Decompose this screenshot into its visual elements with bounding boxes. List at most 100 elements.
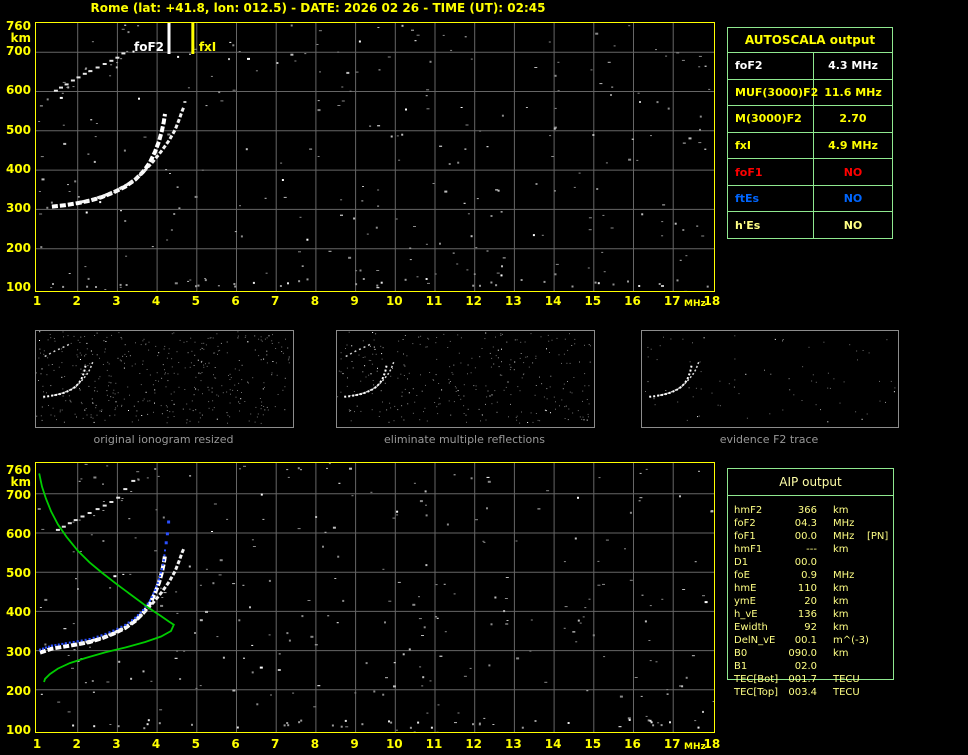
x-axis-tick: 15 xyxy=(584,294,602,308)
aip-param-label: foF2 xyxy=(734,518,756,529)
aip-row-yme: ymE 20 km xyxy=(727,595,902,608)
x-axis-tick: 17 xyxy=(663,294,681,308)
aip-param-unit: TECU xyxy=(833,674,860,685)
aip-param-unit: km xyxy=(833,622,849,633)
aip-param-unit: m^(-3) xyxy=(833,635,869,646)
aip-param-label: Ewidth xyxy=(734,622,768,633)
aip-param-unit: km xyxy=(833,583,849,594)
x-axis-tick: 10 xyxy=(385,737,403,751)
aip-param-label: DelN_vE xyxy=(734,635,776,646)
aip-row-hme: hmE 110 km xyxy=(727,582,902,595)
aip-row-b0: B0 090.0 km xyxy=(727,647,902,660)
bottom-ionogram-plot xyxy=(35,462,715,733)
x-axis-tick: 6 xyxy=(231,294,240,308)
y-axis-tick: 500 xyxy=(5,566,31,581)
aip-param-value: 04.3 xyxy=(794,518,817,529)
y-axis-tick: 200 xyxy=(5,240,31,255)
aip-param-value: 090.0 xyxy=(788,648,817,659)
aip-param-label: B0 xyxy=(734,648,748,659)
aip-param-unit: TECU xyxy=(833,687,860,698)
x-axis-tick: 12 xyxy=(465,737,483,751)
autoscala-row-fof1: foF1 NO xyxy=(728,159,892,186)
thumbnail-caption-1: original ionogram resized xyxy=(93,433,234,446)
autoscala-param-label: fxI xyxy=(728,132,814,159)
aip-param-extra: [PN] xyxy=(867,531,889,542)
x-axis-tick: 10 xyxy=(385,294,403,308)
station-date-time-title: Rome (lat: +41.8, lon: 012.5) - DATE: 20… xyxy=(90,1,546,15)
aip-param-value: 02.0 xyxy=(794,661,817,672)
autoscala-table-header: AUTOSCALA output xyxy=(728,28,892,53)
aip-param-unit: MHz xyxy=(833,570,855,581)
x-axis-tick: 12 xyxy=(465,294,483,308)
x-axis-tick: 3 xyxy=(112,737,121,751)
autoscala-param-value: 11.6 MHz xyxy=(824,85,882,99)
aip-row-fof1: foF1 00.0 MHz [PN] xyxy=(727,530,902,543)
x-axis-tick: 2 xyxy=(72,294,81,308)
y-axis-tick: 700 xyxy=(5,487,31,502)
y-axis-tick: km xyxy=(10,31,31,45)
aip-param-unit: km xyxy=(833,609,849,620)
y-axis-tick: km xyxy=(10,474,31,489)
thumbnail-eliminate-reflections xyxy=(336,330,595,428)
top-ionogram-canvas: foF2 fxI xyxy=(36,23,714,292)
aip-param-label: ymE xyxy=(734,596,756,607)
y-axis-tick: 200 xyxy=(5,684,31,698)
x-axis-tick: 16 xyxy=(624,294,641,308)
x-axis-tick: 4 xyxy=(151,294,161,308)
aip-param-unit: MHz xyxy=(833,518,855,529)
autoscala-param-label: foF1 xyxy=(728,159,814,185)
bottom-ionogram-canvas xyxy=(36,463,715,733)
x-axis-tick: 14 xyxy=(544,294,562,308)
autoscala-row-fxi: fxI 4.9 MHz xyxy=(728,132,892,160)
x-axis-tick: 9 xyxy=(350,294,359,308)
x-axis-tick: 2 xyxy=(72,737,81,751)
aip-param-label: hmF1 xyxy=(734,544,763,555)
x-axis-unit: MHz xyxy=(684,299,706,309)
x-axis-tick: 16 xyxy=(624,737,641,751)
autoscala-param-value: 2.70 xyxy=(839,112,867,126)
aip-param-value: 00.0 xyxy=(794,557,817,568)
aip-row-hmf2: hmF2 366 km xyxy=(727,504,902,517)
x-axis-tick: 6 xyxy=(231,737,240,751)
autoscala-row-hes: h'Es NO xyxy=(728,212,892,239)
autoscala-row-ftes: ftEs NO xyxy=(728,185,892,213)
aip-param-value: 00.1 xyxy=(794,635,817,646)
thumbnail-original-ionogram xyxy=(35,330,294,428)
x-axis-tick: 4 xyxy=(151,737,161,751)
aip-param-label: h_vE xyxy=(734,609,758,620)
aip-param-value: 003.4 xyxy=(788,687,817,698)
autoscala-param-value: NO xyxy=(843,218,863,232)
aip-param-label: TEC[Bot] xyxy=(734,674,779,685)
y-axis-tick: 700 xyxy=(5,44,31,58)
thumbnail-eliminate-canvas xyxy=(337,331,591,424)
aip-row-b1: B1 02.0 xyxy=(727,660,902,673)
x-axis-tick: 13 xyxy=(505,294,522,308)
autoscala-param-value: NO xyxy=(843,165,863,179)
x-axis-tick: 8 xyxy=(310,737,320,751)
aip-row-hmf1: hmF1 --- km xyxy=(727,543,902,556)
aip-param-value: --- xyxy=(806,544,817,555)
aip-table-body: hmF2 366 km foF2 04.3 MHz foF1 00.0 MHz [PN] hmF1 -… xyxy=(727,504,902,699)
aip-param-value: 00.0 xyxy=(794,531,817,542)
thumbnail-caption-3: evidence F2 trace xyxy=(719,433,819,446)
autoscala-param-value: 4.9 MHz xyxy=(828,139,878,153)
autoscala-app-window: Rome (lat: +41.8, lon: 012.5) - DATE: 20… xyxy=(0,0,968,755)
aip-param-value: 136 xyxy=(797,609,817,620)
aip-row-hve: h_vE 136 km xyxy=(727,608,902,621)
x-axis-tick: 13 xyxy=(505,737,522,751)
autoscala-table-body: foF2 4.3 MHz MUF(3000)F2 11.6 MHz M(3000)F2 2… xyxy=(728,53,892,239)
aip-param-value: 110 xyxy=(797,583,817,594)
aip-param-unit: km xyxy=(833,505,849,516)
thumbnail-original-canvas xyxy=(36,331,290,424)
aip-table-header: AIP output xyxy=(728,469,893,496)
autoscala-param-label: foF2 xyxy=(728,53,814,79)
x-axis-tick: 11 xyxy=(425,294,443,308)
aip-row-foe: foE 0.9 MHz xyxy=(727,569,902,582)
x-axis-tick: 11 xyxy=(425,737,443,751)
x-axis-tick: 3 xyxy=(112,294,121,308)
aip-row-fof2: foF2 04.3 MHz xyxy=(727,517,902,530)
aip-param-unit: km xyxy=(833,648,849,659)
aip-param-label: hmF2 xyxy=(734,505,763,516)
autoscala-param-label: MUF(3000)F2 xyxy=(728,79,818,106)
aip-row-delnve: DelN_vE 00.1 m^(-3) xyxy=(727,634,902,647)
